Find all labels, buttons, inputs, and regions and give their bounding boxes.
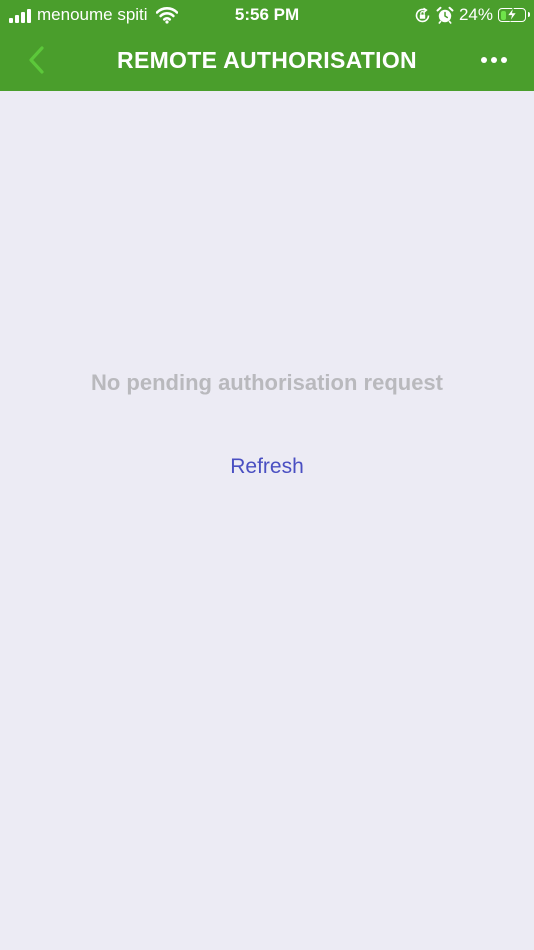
status-time-label: 5:56 PM [234,5,300,24]
wifi-icon [155,7,178,24]
charging-bolt-icon [506,7,518,22]
chevron-left-icon [29,46,44,74]
status-right: 24% [414,5,530,25]
remote-authorisation-screen: menoume spiti 5:56 PM 24% REMOTE AUTHORI… [0,0,534,950]
orientation-lock-icon [415,7,430,22]
refresh-button[interactable]: Refresh [197,452,337,482]
app-header: menoume spiti 5:56 PM 24% REMOTE AUTHORI… [0,0,534,91]
battery-icon [498,7,530,22]
status-bar: menoume spiti 5:56 PM 24% [0,0,534,30]
battery-percentage: 24% [458,5,493,24]
more-horizontal-icon [481,57,507,63]
carrier-name: menoume spiti [37,5,148,24]
signal-icon [9,7,31,23]
more-options-button[interactable] [476,52,512,68]
navigation-bar: REMOTE AUTHORISATION [0,30,534,91]
status-left: menoume spiti [9,5,178,25]
empty-state-message: No pending authorisation request [90,370,443,395]
back-button[interactable] [22,43,52,77]
page-title: REMOTE AUTHORISATION [117,47,417,73]
alarm-icon [436,6,454,24]
